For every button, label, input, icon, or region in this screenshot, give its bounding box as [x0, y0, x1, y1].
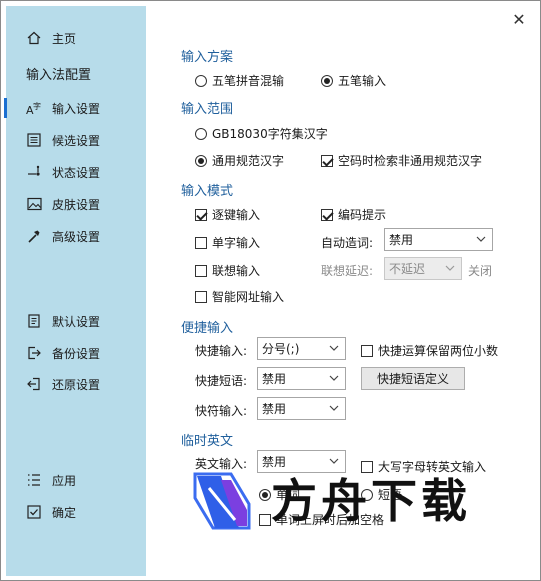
ok-button[interactable]: 确定	[26, 501, 76, 523]
sidebar-item-advanced-settings[interactable]: 高级设置	[26, 225, 100, 247]
default-icon	[26, 313, 42, 329]
sidebar-default-settings[interactable]: 默认设置	[26, 310, 100, 332]
sidebar-backup-settings[interactable]: 备份设置	[26, 342, 100, 364]
auto-phrase-select[interactable]: 禁用	[384, 228, 493, 251]
assoc-close-label: 关闭	[468, 264, 493, 278]
ok-label: 确定	[52, 505, 77, 520]
checkbox-indicator	[195, 264, 207, 277]
assoc-delay-label: 联想延迟:	[321, 264, 374, 278]
restore-icon	[26, 376, 42, 392]
sidebar-item-candidate-settings[interactable]: 候选设置	[26, 129, 100, 151]
radio-gb18030[interactable]: GB18030字符集汉字	[195, 125, 328, 142]
sidebar-action-label: 备份设置	[52, 346, 101, 361]
sidebar-title: 输入法配置	[26, 68, 92, 83]
section-title-scheme: 输入方案	[181, 50, 234, 65]
checkbox-single-char[interactable]: 单字输入	[195, 234, 260, 251]
close-icon[interactable]: ✕	[510, 11, 528, 29]
checkbox-key-by-key[interactable]: 逐键输入	[195, 206, 260, 223]
watermark-text: 方舟下载	[271, 474, 471, 528]
chevron-down-icon	[329, 458, 339, 464]
checkbox-indicator	[195, 290, 207, 303]
checkbox-code-hint[interactable]: 编码提示	[321, 206, 386, 223]
sidebar-item-label: 输入设置	[52, 101, 101, 116]
backup-icon	[26, 345, 42, 361]
skin-icon	[26, 196, 42, 212]
svg-text:字: 字	[33, 101, 41, 111]
list-icon	[26, 472, 42, 488]
watermark: 方舟下载	[191, 470, 521, 532]
checkbox-search-nonstandard[interactable]: 空码时检索非通用规范汉字	[321, 152, 482, 169]
section-title-english: 临时英文	[181, 434, 234, 449]
radio-indicator	[321, 74, 333, 87]
apply-label: 应用	[52, 473, 77, 488]
input-setting-icon: A字	[26, 100, 42, 116]
sidebar-home-label: 主页	[52, 31, 77, 46]
assoc-delay-select[interactable]: 不延迟	[384, 257, 462, 280]
chevron-down-icon	[329, 405, 339, 411]
quick-phrase-define-button[interactable]: 快捷短语定义	[361, 367, 465, 390]
sidebar-action-label: 默认设置	[52, 314, 101, 329]
chevron-down-icon	[476, 236, 486, 242]
sidebar-item-label: 皮肤设置	[52, 197, 101, 212]
sidebar-item-skin-settings[interactable]: 皮肤设置	[26, 193, 100, 215]
radio-indicator	[195, 127, 207, 140]
sidebar-item-input-settings[interactable]: A字 输入设置	[3, 97, 101, 119]
sidebar-action-label: 还原设置	[52, 377, 101, 392]
chevron-down-icon	[445, 265, 455, 271]
candidate-icon	[26, 132, 42, 148]
sidebar-home[interactable]: 主页	[26, 27, 76, 49]
apply-button[interactable]: 应用	[26, 469, 76, 491]
sidebar-item-status-settings[interactable]: 状态设置	[26, 161, 100, 183]
watermark-logo-icon	[193, 472, 251, 530]
section-title-mode: 输入模式	[181, 184, 234, 199]
checkbox-indicator	[321, 154, 333, 167]
chevron-down-icon	[329, 375, 339, 381]
radio-wubi-input[interactable]: 五笔输入	[321, 72, 386, 89]
advanced-icon	[26, 228, 42, 244]
home-icon	[26, 30, 42, 46]
radio-indicator	[195, 74, 207, 87]
checkbox-keep-two-decimals[interactable]: 快捷运算保留两位小数	[361, 342, 498, 359]
sidebar-restore-settings[interactable]: 还原设置	[26, 373, 100, 395]
checkbox-indicator	[195, 236, 207, 249]
section-title-range: 输入范围	[181, 102, 234, 117]
quick-input-label: 快捷输入:	[195, 344, 248, 358]
quick-input-select[interactable]: 分号(;)	[257, 337, 346, 360]
checkbox-indicator	[361, 344, 373, 357]
checkbox-smart-url[interactable]: 智能网址输入	[195, 288, 284, 305]
status-icon	[26, 164, 42, 180]
radio-general-standard[interactable]: 通用规范汉字	[195, 152, 284, 169]
quick-phrase-label: 快捷短语:	[195, 374, 248, 388]
radio-indicator	[195, 154, 207, 167]
sidebar-item-label: 状态设置	[52, 165, 101, 180]
chevron-down-icon	[329, 345, 339, 351]
quick-symbol-label: 快符输入:	[195, 404, 248, 418]
sidebar-item-label: 高级设置	[52, 229, 101, 244]
section-title-quick: 便捷输入	[181, 321, 234, 336]
quick-symbol-select[interactable]: 禁用	[257, 397, 346, 420]
check-box-icon	[26, 504, 42, 520]
auto-phrase-label: 自动造词:	[321, 236, 374, 250]
checkbox-association[interactable]: 联想输入	[195, 262, 260, 279]
radio-mixed-input[interactable]: 五笔拼音混输	[195, 72, 284, 89]
checkbox-indicator	[321, 208, 333, 221]
quick-phrase-select[interactable]: 禁用	[257, 367, 346, 390]
checkbox-indicator	[195, 208, 207, 221]
sidebar-item-label: 候选设置	[52, 133, 101, 148]
